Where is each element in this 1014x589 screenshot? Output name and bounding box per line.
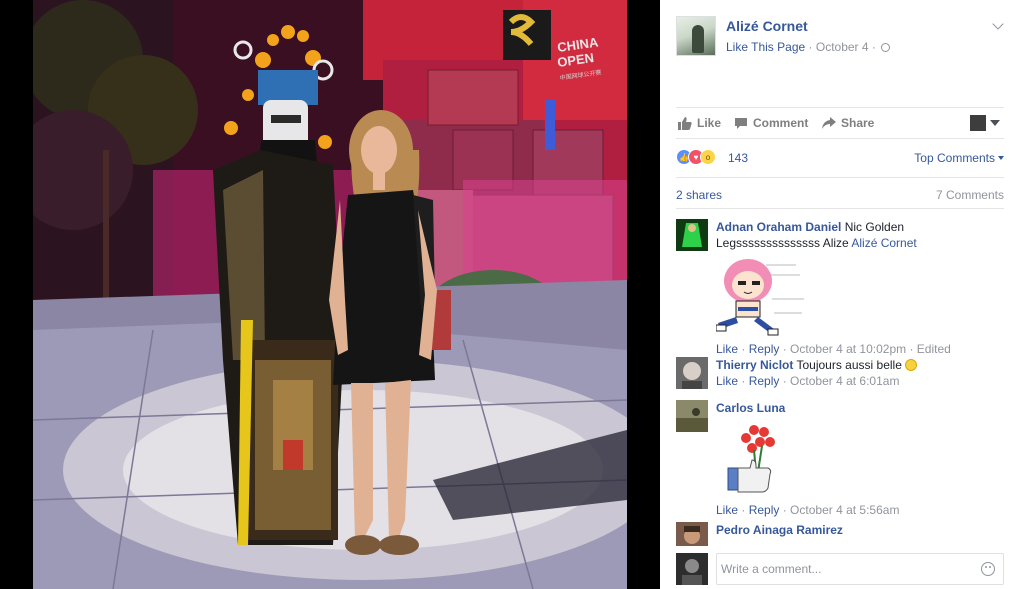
comment-like-link[interactable]: Like [716, 342, 738, 356]
comment-time[interactable]: October 4 at 6:01am [790, 374, 899, 388]
emoji-icon[interactable] [981, 562, 995, 576]
like-button-label: Like [697, 116, 722, 130]
page-name-link[interactable]: Alizé Cornet [726, 18, 808, 34]
like-button[interactable]: Like [678, 116, 721, 130]
comment-input[interactable] [717, 554, 967, 584]
comment-input-box[interactable] [716, 553, 1004, 585]
smile-emoji-icon [905, 359, 918, 371]
share-as-avatar[interactable] [970, 115, 986, 131]
post-side-panel: Alizé Cornet Like This Page · October 4 … [660, 0, 1014, 589]
comment-button-label: Comment [753, 116, 809, 130]
comment-time[interactable]: October 4 at 10:02pm [790, 342, 906, 356]
viewer-avatar[interactable] [676, 553, 708, 585]
comment-item: Carlos Luna Like · Reply · October 4 at … [676, 400, 1004, 517]
chevron-down-icon[interactable] [992, 18, 1004, 30]
commenter-avatar[interactable] [676, 400, 708, 432]
comment-reply-link[interactable]: Reply [749, 374, 780, 388]
comment-body: Thierry Niclot Toujours aussi belle Like… [716, 357, 1004, 389]
globe-icon [881, 43, 891, 52]
thumbs-up-icon [678, 116, 692, 130]
comment-sticker[interactable] [716, 420, 1004, 502]
share-button-label: Share [841, 116, 875, 130]
share-arrow-icon [822, 116, 836, 129]
reaction-icons[interactable]: 👍 ♥ o [676, 149, 716, 165]
comment-icon [735, 117, 747, 129]
comment-meta: Like · Reply · October 4 at 6:01am [716, 374, 900, 388]
comment-item: Adnan Oraham Daniel Nic Golden Legssssss… [676, 219, 1004, 356]
thumbs-up-flowers-sticker [727, 425, 775, 493]
top-comments-dropdown[interactable]: Top Comments [914, 151, 1004, 165]
commenter-avatar[interactable] [676, 522, 708, 546]
meta-separator: · [808, 40, 813, 54]
comment-text: Toujours aussi belle [796, 358, 902, 372]
share-button[interactable]: Share [822, 116, 874, 130]
shares-link[interactable]: 2 shares [676, 188, 722, 202]
comment-meta: Like · Reply · October 4 at 5:56am [716, 503, 900, 517]
photo-scene: CHINA OPEN 中国网球公开赛 [33, 0, 627, 589]
reactions-row: 👍 ♥ o 143 Top Comments [676, 147, 1004, 169]
comment-body: Adnan Oraham Daniel Nic Golden Legssssss… [715, 219, 1004, 357]
comment-reply-link[interactable]: Reply [749, 503, 780, 517]
comment-reply-link[interactable]: Reply [749, 342, 780, 356]
girl-running-sticker [715, 259, 804, 336]
post-photo[interactable]: CHINA OPEN 中国网球公开赛 [33, 0, 627, 589]
comment-edited[interactable]: Edited [917, 342, 951, 356]
comment-time[interactable]: October 4 at 5:56am [790, 503, 899, 517]
comment-item: Thierry Niclot Toujours aussi belle Like… [676, 357, 1004, 393]
comment-author[interactable]: Adnan Oraham Daniel [716, 220, 841, 234]
photo-viewer[interactable]: CHINA OPEN 中国网球公开赛 [0, 0, 660, 589]
action-bar: Like Comment Share [676, 107, 1004, 139]
comment-button[interactable]: Comment [734, 116, 808, 130]
caret-down-icon[interactable] [990, 120, 1000, 126]
commenter-avatar[interactable] [676, 219, 708, 251]
comment-item: Pedro Ainaga Ramirez [676, 522, 1004, 546]
comment-author[interactable]: Pedro Ainaga Ramirez [716, 523, 843, 537]
comments-count[interactable]: 7 Comments [936, 188, 1004, 202]
post-date[interactable]: October 4 [816, 40, 869, 54]
comment-author[interactable]: Carlos Luna [716, 401, 785, 415]
meta-separator-2: · [871, 40, 876, 54]
post-meta: Like This Page · October 4 · [726, 40, 891, 54]
reaction-count[interactable]: 143 [728, 151, 748, 165]
comment-mention[interactable]: Alizé Cornet [851, 236, 916, 250]
comment-like-link[interactable]: Like [716, 374, 738, 388]
comment-author[interactable]: Thierry Niclot [716, 358, 793, 372]
page-avatar[interactable] [676, 16, 716, 56]
comment-like-link[interactable]: Like [716, 503, 738, 517]
commenter-avatar[interactable] [676, 357, 708, 389]
comment-body: Carlos Luna Like · Reply · October 4 at … [716, 400, 1004, 518]
comment-composer [676, 553, 1004, 585]
shares-row: 2 shares 7 Comments [676, 177, 1004, 209]
comment-body: Pedro Ainaga Ramirez [716, 522, 1004, 538]
comment-sticker[interactable] [715, 255, 1004, 341]
post-header: Alizé Cornet Like This Page · October 4 … [676, 16, 1006, 58]
like-page-link[interactable]: Like This Page [726, 40, 805, 54]
comment-meta: Like · Reply · October 4 at 10:02pm · Ed… [716, 342, 951, 356]
wow-reaction-icon: o [700, 149, 716, 165]
